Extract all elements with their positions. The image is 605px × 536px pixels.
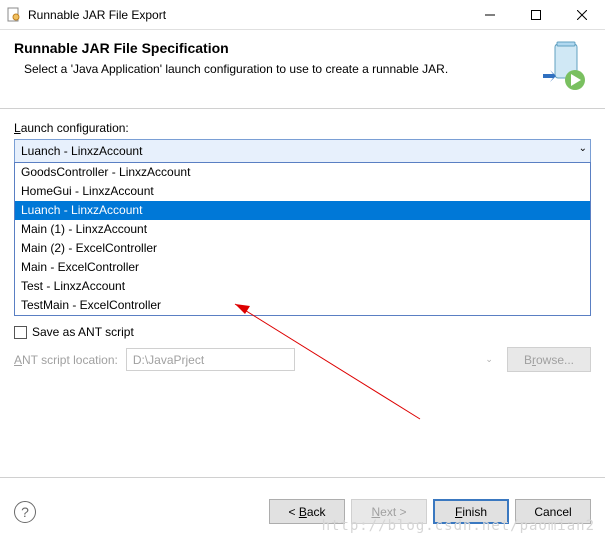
browse-button: Browse... (507, 347, 591, 372)
window-title: Runnable JAR File Export (28, 8, 467, 22)
dropdown-item[interactable]: Main (2) - ExcelController (15, 239, 590, 258)
dropdown-item[interactable]: HomeGui - LinxzAccount (15, 182, 590, 201)
save-ant-checkbox-row[interactable]: Save as ANT script (14, 325, 591, 339)
ant-location-row: ANT script location: ⌄ Browse... (14, 347, 591, 372)
header-text: Runnable JAR File Specification Select a… (14, 40, 527, 96)
ant-location-input (126, 348, 295, 371)
jar-file-icon (6, 7, 22, 23)
dropdown-item[interactable]: GoodsController - LinxzAccount (15, 163, 590, 182)
dialog-header: Runnable JAR File Specification Select a… (0, 30, 605, 109)
maximize-button[interactable] (513, 0, 559, 30)
titlebar: Runnable JAR File Export (0, 0, 605, 30)
launch-config-combo[interactable]: ⌄ GoodsController - LinxzAccount HomeGui… (14, 139, 591, 163)
minimize-button[interactable] (467, 0, 513, 30)
launch-config-label: Launch configuration: (14, 121, 591, 135)
ant-location-label: ANT script location: (14, 353, 118, 367)
dropdown-item[interactable]: TestMain - ExcelController (15, 296, 590, 315)
help-button[interactable]: ? (14, 501, 36, 523)
dropdown-item[interactable]: Test - LinxzAccount (15, 277, 590, 296)
footer-separator (0, 477, 605, 478)
checkbox-icon[interactable] (14, 326, 27, 339)
chevron-down-icon: ⌄ (485, 354, 493, 365)
close-button[interactable] (559, 0, 605, 30)
dropdown-item[interactable]: Main - ExcelController (15, 258, 590, 277)
ant-location-combo: ⌄ (126, 348, 499, 371)
page-title: Runnable JAR File Specification (14, 40, 527, 56)
dropdown-item[interactable]: Luanch - LinxzAccount (15, 201, 590, 220)
window-controls (467, 0, 605, 30)
watermark: http://blog.csdn.net/paomian2 (322, 518, 595, 534)
page-description: Select a 'Java Application' launch confi… (14, 62, 527, 76)
launch-config-dropdown[interactable]: GoodsController - LinxzAccount HomeGui -… (14, 162, 591, 316)
content-area: Launch configuration: ⌄ GoodsController … (0, 109, 605, 372)
save-ant-label: Save as ANT script (32, 325, 134, 339)
jar-wizard-icon (535, 40, 591, 96)
launch-config-input[interactable] (14, 139, 591, 163)
dropdown-item[interactable]: Main (1) - LinxzAccount (15, 220, 590, 239)
